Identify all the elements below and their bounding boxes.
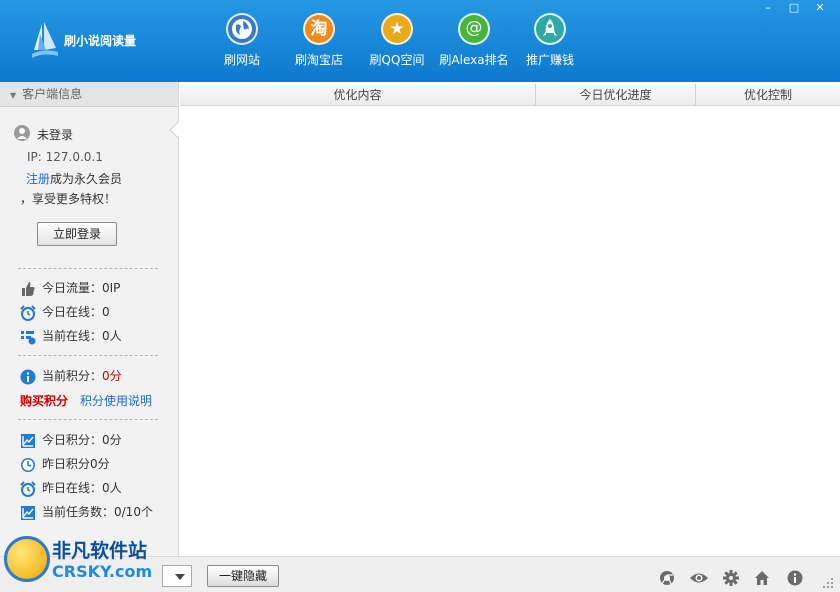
register-link[interactable]: 注册 [26,172,50,186]
alarm-clock-icon [20,304,36,321]
yesterday-points: 昨日积分0分 [20,455,110,473]
watermark-logo-icon [4,536,50,582]
points-links: 购买积分 积分使用说明 [20,392,152,409]
watermark-domain: CRSKY.com [52,562,153,581]
divider [18,268,158,269]
toolbar-website-button[interactable]: 刷网站 [212,13,272,73]
info-icon[interactable] [787,570,803,586]
login-button[interactable]: 立即登录 [37,222,117,246]
toolbar-promote-button[interactable]: 推广赚钱 [522,13,578,73]
privilege-text: ，享受更多特权！ [20,192,117,206]
yesterday-online: 昨日在线：0人 [20,479,122,497]
column-header-progress[interactable]: 今日优化进度 [536,84,696,106]
buy-points-link[interactable]: 购买积分 [20,394,68,408]
collapse-arrow-icon: ▼ [10,91,17,100]
toolbar-alexa-button[interactable]: @ 刷Alexa排名 [438,13,510,73]
toolbar-alexa-label: 刷Alexa排名 [439,53,509,67]
at-sign-icon: @ [458,13,490,45]
register-line: 注册成为永久会员 [26,170,122,187]
current-points: 当前积分：0分 [20,367,122,385]
app-title: 刷小说阅读量 [64,34,137,48]
yesterday-points-text: 昨日积分0分 [42,457,110,471]
thumbs-up-icon [22,281,35,296]
column-header-content[interactable]: 优化内容 [180,84,536,106]
divider [18,419,158,420]
chart-icon [21,505,35,520]
today-online-text: 今日在线：0 [42,305,110,319]
divider [18,355,158,356]
one-click-hide-button[interactable]: 一键隐藏 [207,565,279,587]
current-points-label: 当前积分： [42,369,103,383]
resize-grip-icon[interactable] [822,577,834,589]
client-info-panel: ▼ 客户端信息 未登录 IP: 127.0.0.1 注册成为永久会员 ，享受更多特… [0,82,187,556]
current-online: 当前在线：0人 [20,327,122,345]
yesterday-online-text: 昨日在线：0人 [42,481,122,495]
current-points-value: 0分 [102,369,122,383]
crsky-watermark: 非凡软件站 CRSKY.com [0,530,162,592]
today-points-text: 今日积分：0分 [42,433,122,447]
watermark-title: 非凡软件站 [52,540,148,562]
maximize-button[interactable]: □ [782,0,806,18]
minimize-button[interactable]: – [756,0,780,18]
globe-icon [226,13,258,45]
toolbar-promote-label: 推广赚钱 [525,53,574,67]
gear-icon[interactable] [723,570,739,586]
taobao-icon: 淘 [303,13,335,45]
today-online: 今日在线：0 [20,303,110,321]
chart-icon [21,433,35,448]
eye-icon[interactable] [689,570,709,586]
toolbar-taobao-button[interactable]: 淘 刷淘宝店 [288,13,350,73]
close-button[interactable]: ✕ [808,0,832,18]
clock-icon [21,457,35,472]
points-help-link[interactable]: 积分使用说明 [80,394,152,408]
mode-select[interactable] [162,565,192,587]
toolbar-taobao-label: 刷淘宝店 [294,53,343,67]
toolbar-qzone-label: 刷QQ空间 [369,53,425,67]
app-logo: 刷小说阅读量 [28,20,148,60]
login-status: 未登录 [37,128,74,142]
current-tasks-text: 当前任务数：0/10个 [42,505,153,519]
task-table-body [180,106,840,556]
today-traffic: 今日流量：0IP [20,279,120,297]
book-sail-icon [32,22,58,58]
info-icon [20,369,36,384]
column-header-control[interactable]: 优化控制 [696,84,840,106]
rocket-icon [534,13,566,45]
panel-header-label: 客户端信息 [22,87,83,101]
today-points: 今日积分：0分 [20,431,122,449]
alarm-clock-icon [20,480,36,497]
toolbar-website-label: 刷网站 [223,53,260,67]
users-list-icon [21,330,36,344]
panel-header[interactable]: ▼ 客户端信息 [0,82,178,107]
register-suffix: 成为永久会员 [50,172,123,186]
toolbar-qzone-button[interactable]: ★ 刷QQ空间 [364,13,430,73]
user-avatar-icon [14,125,30,141]
title-bar: 刷小说阅读量 – □ ✕ 刷网站 淘 刷淘宝店 ★ 刷QQ空间 @ 刷Alexa… [0,0,840,82]
today-traffic-text: 今日流量：0IP [42,281,121,295]
current-tasks: 当前任务数：0/10个 [20,503,153,521]
current-online-text: 当前在线：0人 [42,329,122,343]
chrome-icon[interactable] [659,570,675,586]
task-table-header: 优化内容 今日优化进度 优化控制 [180,84,840,106]
ip-address: IP: 127.0.0.1 [27,150,103,164]
home-icon[interactable] [754,570,770,586]
dropdown-arrow-icon [175,574,185,580]
star-icon: ★ [381,13,413,45]
